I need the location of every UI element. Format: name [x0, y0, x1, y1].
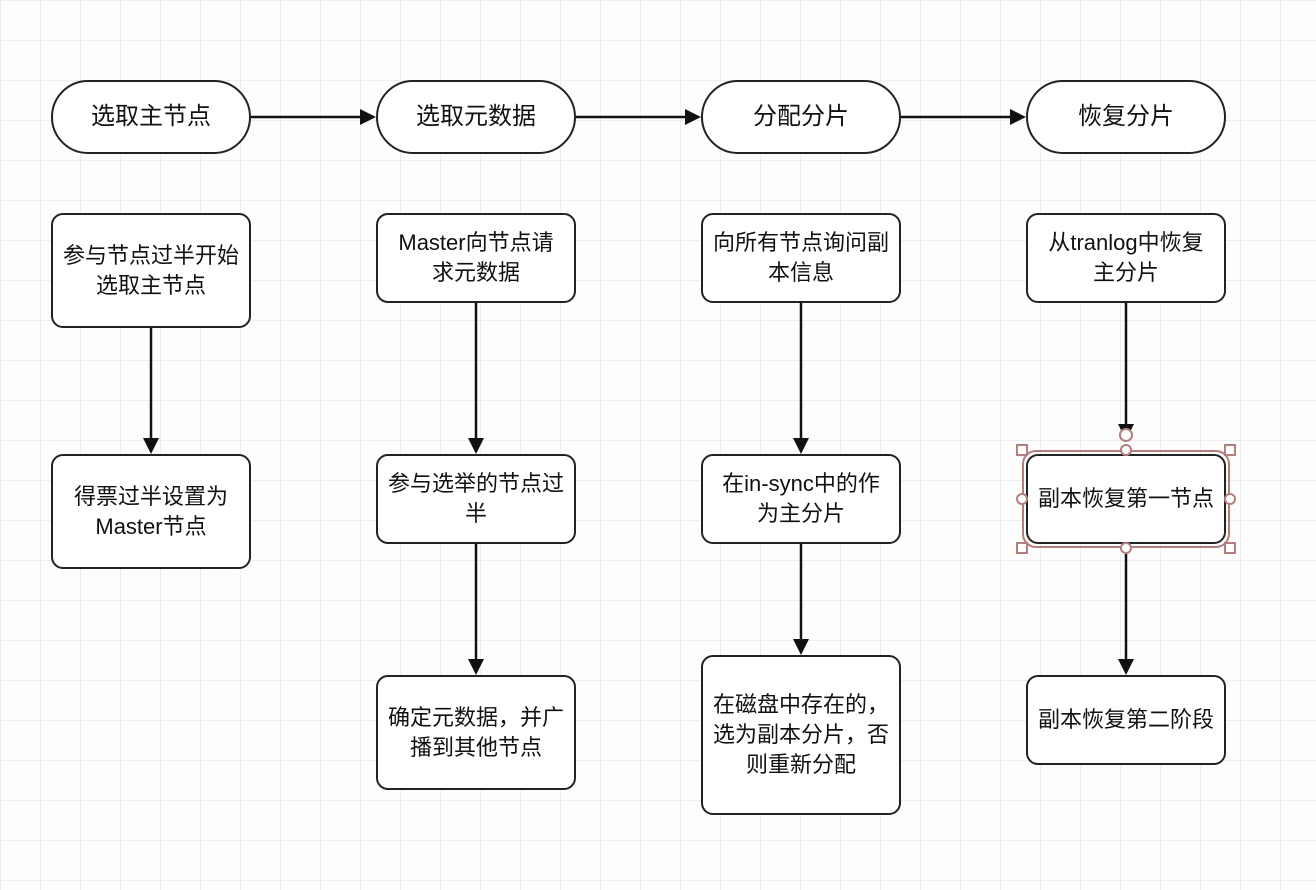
- header-label: 恢复分片: [1078, 101, 1174, 133]
- node-c3-s1[interactable]: 向所有节点询问副本信息: [701, 213, 901, 303]
- node-text: 从tranlog中恢复主分片: [1038, 228, 1214, 287]
- node-c1-s1[interactable]: 参与节点过半开始选取主节点: [51, 213, 251, 328]
- resize-handle-ne[interactable]: [1224, 444, 1236, 456]
- resize-handle-sw[interactable]: [1016, 542, 1028, 554]
- header-label: 选取元数据: [416, 101, 536, 133]
- header-label: 选取主节点: [91, 101, 211, 133]
- node-c3-s3[interactable]: 在磁盘中存在的，选为副本分片，否则重新分配: [701, 655, 901, 815]
- node-text: 在in-sync中的作为主分片: [713, 469, 889, 528]
- header-col1[interactable]: 选取主节点: [51, 80, 251, 154]
- header-col3[interactable]: 分配分片: [701, 80, 901, 154]
- header-label: 分配分片: [753, 101, 849, 133]
- resize-handle-se[interactable]: [1224, 542, 1236, 554]
- node-text: 副本恢复第一节点: [1038, 484, 1214, 514]
- node-text: 参与选举的节点过半: [388, 469, 564, 528]
- node-text: 确定元数据，并广播到其他节点: [388, 703, 564, 762]
- node-c4-s3[interactable]: 副本恢复第二阶段: [1026, 675, 1226, 765]
- resize-handle-nw[interactable]: [1016, 444, 1028, 456]
- node-text: 向所有节点询问副本信息: [713, 228, 889, 287]
- diagram-canvas[interactable]: 选取主节点 参与节点过半开始选取主节点 得票过半设置为Master节点 选取元数…: [0, 0, 1316, 890]
- node-c1-s2[interactable]: 得票过半设置为Master节点: [51, 454, 251, 569]
- node-c4-s1[interactable]: 从tranlog中恢复主分片: [1026, 213, 1226, 303]
- node-c4-s2[interactable]: 副本恢复第一节点: [1026, 454, 1226, 544]
- header-col4[interactable]: 恢复分片: [1026, 80, 1226, 154]
- node-c2-s3[interactable]: 确定元数据，并广播到其他节点: [376, 675, 576, 790]
- node-text: 得票过半设置为Master节点: [63, 482, 239, 541]
- node-c2-s2[interactable]: 参与选举的节点过半: [376, 454, 576, 544]
- node-text: 副本恢复第二阶段: [1038, 705, 1214, 735]
- header-col2[interactable]: 选取元数据: [376, 80, 576, 154]
- node-c3-s2[interactable]: 在in-sync中的作为主分片: [701, 454, 901, 544]
- node-c2-s1[interactable]: Master向节点请求元数据: [376, 213, 576, 303]
- connection-port-icon[interactable]: [1119, 428, 1133, 442]
- node-text: 参与节点过半开始选取主节点: [63, 241, 239, 300]
- node-text: 在磁盘中存在的，选为副本分片，否则重新分配: [713, 690, 889, 779]
- node-text: Master向节点请求元数据: [388, 228, 564, 287]
